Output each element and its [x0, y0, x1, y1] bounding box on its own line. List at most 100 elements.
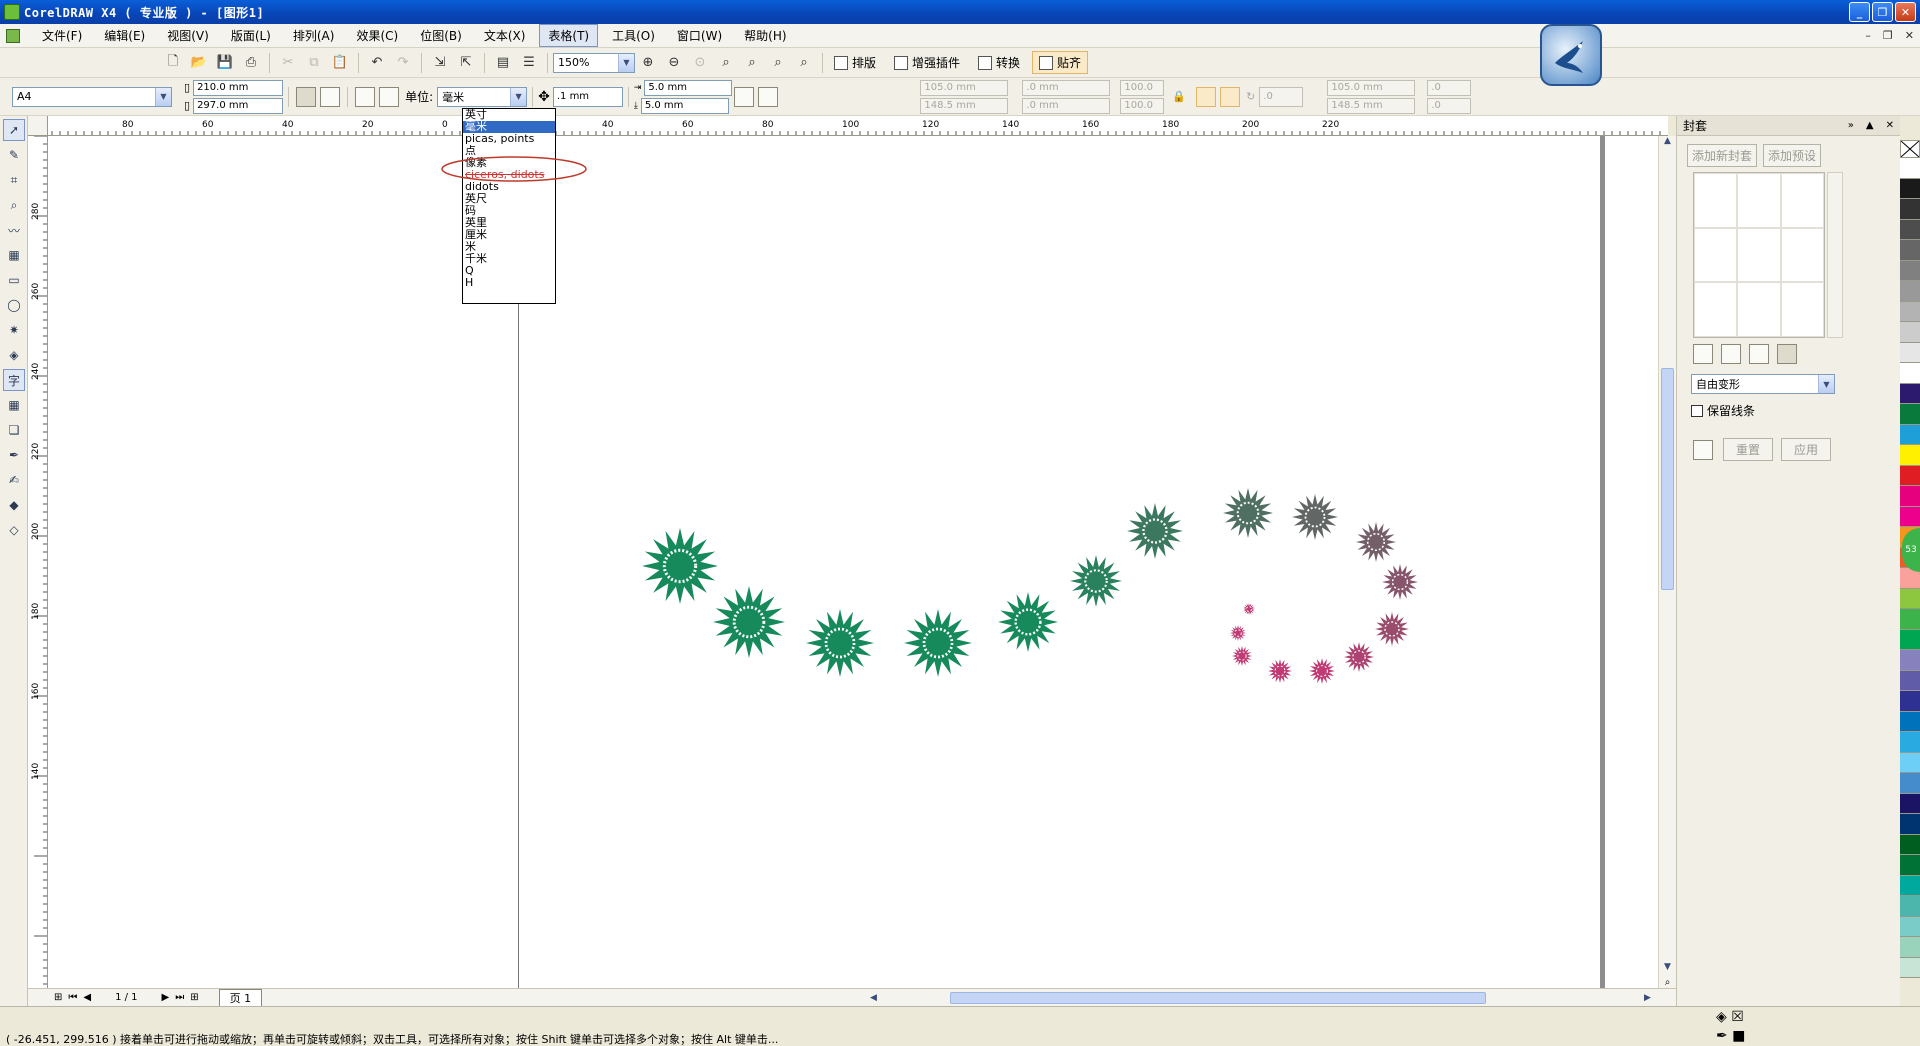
unconstrained-mode-button[interactable] [1777, 344, 1797, 364]
color-swatch[interactable] [1900, 301, 1920, 322]
no-color-swatch[interactable] [1900, 140, 1920, 158]
next-page-icon[interactable]: ▶ [162, 992, 170, 1003]
color-swatch[interactable] [1900, 875, 1920, 896]
vertical-scrollbar[interactable]: ▲ ▼ ⌕ [1658, 136, 1676, 988]
zoom-out-icon[interactable]: ⊖ [663, 52, 685, 74]
menu-edit[interactable]: 编辑(E) [96, 25, 153, 46]
envelope-preset-grid[interactable] [1693, 172, 1825, 338]
menu-view[interactable]: 视图(V) [159, 25, 217, 46]
paste-icon[interactable]: 📋 [329, 52, 351, 74]
zoom-height-icon[interactable]: ⌕ [793, 52, 815, 74]
zoom-tool-icon[interactable]: ⌕ [3, 194, 25, 216]
color-swatch[interactable] [1900, 834, 1920, 855]
duplicate-distance-y-field[interactable]: 5.0 mm [640, 97, 729, 114]
basic-shapes-tool-icon[interactable]: ◈ [3, 344, 25, 366]
color-swatch[interactable] [1900, 486, 1920, 507]
outline-tool-icon[interactable]: ✍ [3, 469, 25, 491]
color-swatch[interactable] [1900, 855, 1920, 876]
unit-dropdown-list[interactable]: 英寸 毫米 picas, points 点像素 ciceros, didots didot… [462, 108, 556, 304]
center-x-field[interactable]: 105.0 mm [1327, 79, 1416, 96]
zoom-in-icon[interactable]: ⊕ [637, 52, 659, 74]
doc-restore-icon[interactable]: ❐ [1883, 29, 1893, 42]
smart-fill-tool-icon[interactable]: ▦ [3, 244, 25, 266]
rectangle-tool-icon[interactable]: ▭ [3, 269, 25, 291]
doc-minimize-icon[interactable]: – [1865, 29, 1871, 42]
scale-y-field[interactable]: 100.0 [1120, 97, 1165, 114]
import-icon[interactable]: ⇲ [429, 52, 451, 74]
unit-select[interactable]: 毫米 ▼ [437, 86, 528, 107]
zoom-selected-icon[interactable]: ⊙ [689, 52, 711, 74]
unit-option[interactable]: 米 [463, 241, 555, 253]
position-y-field[interactable]: 148.5 mm [920, 97, 1009, 114]
menu-tools[interactable]: 工具(O) [604, 25, 663, 46]
zoom-level-select[interactable]: 150% ▼ [553, 52, 635, 73]
unit-option[interactable]: 英寸 [463, 109, 555, 121]
color-swatch[interactable] [1900, 650, 1920, 671]
unit-option[interactable]: 毫米 [463, 121, 555, 133]
menu-text[interactable]: 文本(X) [476, 25, 534, 46]
color-swatch[interactable] [1900, 793, 1920, 814]
chevron-down-icon[interactable]: ▼ [510, 87, 527, 106]
skew-x-field[interactable]: .0 [1427, 79, 1472, 96]
color-swatch[interactable] [1900, 322, 1920, 343]
zoom-width-icon[interactable]: ⌕ [767, 52, 789, 74]
mapping-mode-select[interactable]: 自由变形 ▼ [1691, 374, 1835, 394]
page-size-select[interactable]: A4 ▼ [12, 86, 172, 107]
fill-indicator-icon[interactable]: ◈ ☒ [1716, 1009, 1745, 1025]
color-swatch[interactable] [1900, 773, 1920, 794]
menu-arrange[interactable]: 排列(A) [285, 25, 343, 46]
unit-option[interactable]: H [463, 277, 555, 289]
color-swatch[interactable] [1900, 711, 1920, 732]
horizontal-scroll-thumb[interactable] [950, 992, 1486, 1004]
add-preset-button[interactable]: 添加预设 [1763, 144, 1822, 167]
lock-ratio-icon[interactable]: 🔒 [1172, 90, 1186, 103]
color-swatch[interactable] [1900, 916, 1920, 937]
color-swatch[interactable] [1900, 199, 1920, 220]
page-tab[interactable]: 页 1 [218, 988, 263, 1007]
color-swatch[interactable] [1900, 342, 1920, 363]
horizontal-ruler[interactable]: 80604020020406080100120140160180200220 [28, 116, 1668, 136]
first-page-icon[interactable]: ⏮ [68, 992, 77, 1003]
zoom-corner-icon[interactable]: ⌕ [1659, 977, 1676, 988]
welcome-screen-icon[interactable]: ☰ [518, 52, 540, 74]
color-swatch[interactable] [1900, 691, 1920, 712]
unit-option[interactable]: 英里 [463, 217, 555, 229]
unit-option[interactable]: 英尺 [463, 193, 555, 205]
double-arc-mode-button[interactable] [1749, 344, 1769, 364]
current-page-button[interactable] [379, 86, 400, 107]
ruler-origin-corner[interactable] [28, 116, 48, 136]
last-page-icon[interactable]: ⏭ [175, 992, 184, 1003]
object-width-field[interactable]: .0 mm [1022, 79, 1111, 96]
color-swatch[interactable] [1900, 814, 1920, 835]
straight-line-mode-button[interactable] [1693, 344, 1713, 364]
document-icon[interactable] [6, 28, 20, 43]
horizontal-scrollbar[interactable]: ⊞ ⏮ ◀ 1 / 1 ▶ ⏭ ⊞ 页 1 ◀ ▶ [28, 988, 1676, 1007]
pick-envelope-icon[interactable] [1693, 439, 1713, 460]
unit-option[interactable]: 千米 [463, 253, 555, 265]
zoom-all-icon[interactable]: ⌕ [715, 52, 737, 74]
convert-plugin-button[interactable]: 转换 [972, 52, 1026, 73]
scale-x-field[interactable]: 100.0 [1120, 79, 1165, 96]
color-swatch[interactable] [1900, 404, 1920, 425]
unit-option[interactable]: 码 [463, 205, 555, 217]
new-document-icon[interactable]: 🗋 [162, 52, 184, 74]
color-swatch[interactable] [1900, 937, 1920, 958]
print-icon[interactable]: ⎙ [240, 52, 262, 74]
table-tool-icon[interactable]: ▦ [3, 394, 25, 416]
menu-window[interactable]: 窗口(W) [669, 25, 730, 46]
drawing-canvas[interactable] [48, 136, 1658, 988]
menu-bitmaps[interactable]: 位图(B) [412, 25, 470, 46]
color-swatch[interactable] [1900, 957, 1920, 978]
minimize-button[interactable]: _ [1849, 2, 1870, 22]
unit-option[interactable]: 厘米 [463, 229, 555, 241]
star-artwork[interactable] [48, 136, 1658, 988]
fill-tool-icon[interactable]: ◆ [3, 494, 25, 516]
color-swatch[interactable] [1900, 588, 1920, 609]
unit-option[interactable]: Q [463, 265, 555, 277]
page-width-field[interactable]: 210.0 mm [193, 79, 284, 96]
interactive-fill-tool-icon[interactable]: ◇ [3, 519, 25, 541]
export-icon[interactable]: ⇱ [455, 52, 477, 74]
freehand-tool-icon[interactable]: 〰 [3, 219, 25, 241]
vertical-scroll-thumb[interactable] [1661, 368, 1674, 590]
text-tool-icon[interactable]: 字 [3, 369, 25, 391]
